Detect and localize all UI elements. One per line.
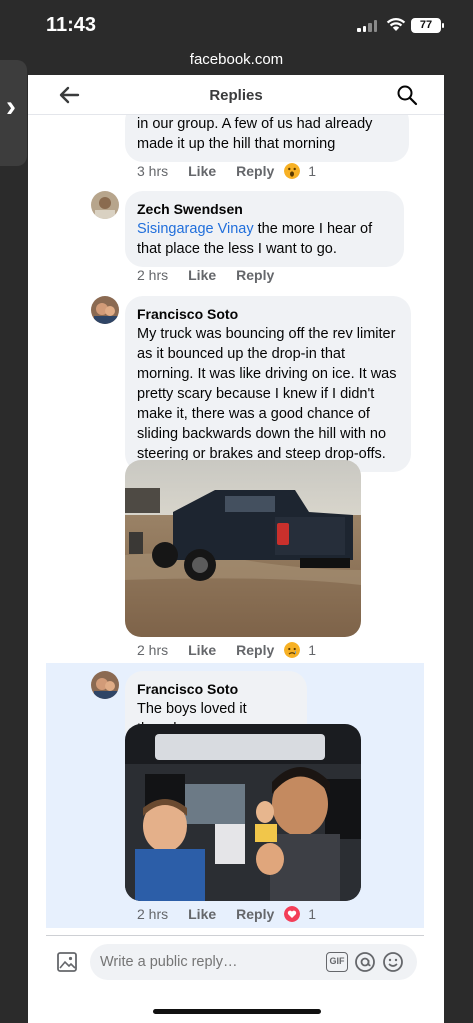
wifi-icon	[386, 17, 406, 31]
comment-author[interactable]: Francisco Soto	[137, 679, 295, 699]
reaction-count: 1	[308, 906, 317, 922]
reply-button[interactable]: Reply	[236, 642, 274, 658]
wow-reaction-icon	[284, 163, 301, 179]
reply-composer: GIF	[46, 935, 424, 985]
comment-actions: 2 hrs Like Reply 1	[137, 906, 316, 922]
cellular-signal-icon	[357, 20, 377, 32]
like-button[interactable]: Like	[188, 642, 216, 658]
page-header: Replies	[28, 75, 444, 115]
comment-text: in our group. A few of us had already ma…	[137, 116, 373, 152]
comment-author[interactable]: Francisco Soto	[137, 304, 399, 324]
comment-timestamp: 2 hrs	[137, 642, 169, 658]
chevron-right-icon: ›	[6, 90, 16, 123]
comment-timestamp: 2 hrs	[137, 906, 169, 922]
comment-author[interactable]: Zech Swendsen	[137, 199, 392, 219]
composer-icons: GIF	[326, 951, 404, 973]
url-text[interactable]: facebook.com	[0, 51, 473, 68]
love-reaction-icon	[284, 906, 301, 922]
comment-bubble: Francisco Soto My truck was bouncing off…	[125, 296, 411, 472]
avatar[interactable]	[91, 191, 119, 219]
search-icon[interactable]	[396, 84, 418, 106]
comment-timestamp: 3 hrs	[137, 163, 169, 179]
comment-actions: 2 hrs Like Reply	[137, 267, 284, 283]
home-indicator	[153, 1009, 321, 1014]
comment-timestamp: 2 hrs	[137, 267, 169, 283]
reply-button[interactable]: Reply	[236, 267, 274, 283]
status-bar: 11:43 77	[0, 0, 473, 48]
avatar[interactable]	[91, 671, 119, 699]
battery-icon: 77	[411, 18, 444, 33]
like-button[interactable]: Like	[188, 267, 216, 283]
gif-icon[interactable]: GIF	[326, 952, 348, 972]
mention-link[interactable]: Sisingarage Vinay	[137, 221, 254, 237]
photo-icon[interactable]	[56, 951, 78, 973]
comment-bubble: Zech Swendsen Sisingarage Vinay the more…	[125, 191, 404, 267]
status-time: 11:43	[46, 14, 97, 36]
side-panel-handle[interactable]: ›	[0, 60, 27, 166]
reply-button[interactable]: Reply	[236, 163, 274, 179]
emoji-icon[interactable]	[382, 951, 404, 973]
sad-reaction-icon	[284, 642, 301, 658]
comment-actions: 3 hrs Like Reply 1	[137, 163, 316, 179]
comment-text: My truck was bouncing off the rev limite…	[137, 326, 397, 462]
reply-button[interactable]: Reply	[236, 906, 274, 922]
page-title: Replies	[209, 87, 263, 104]
replies-page: Replies in our group. A few of us had al…	[28, 75, 444, 1023]
like-button[interactable]: Like	[188, 906, 216, 922]
comment-actions: 2 hrs Like Reply 1	[137, 642, 316, 658]
mention-icon[interactable]	[354, 951, 376, 973]
avatar[interactable]	[91, 296, 119, 324]
reaction-count: 1	[308, 642, 317, 658]
browser-url-bar[interactable]: facebook.com	[0, 48, 473, 75]
like-button[interactable]: Like	[188, 163, 216, 179]
attached-photo[interactable]	[125, 724, 361, 901]
attached-photo[interactable]	[125, 460, 361, 637]
reaction-count: 1	[308, 163, 317, 179]
